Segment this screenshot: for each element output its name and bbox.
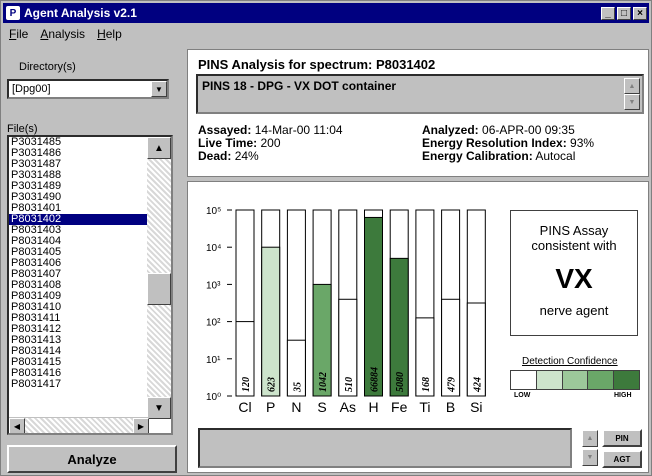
confidence-title: Detection Confidence (522, 356, 618, 367)
results-panel: 10⁰ 10¹ 10² 10³ 10⁴ 10⁵ 120 Cl 623 P 35 N 1042 S 510 As… (187, 181, 649, 473)
file-list-vscroll[interactable]: ▲ ▼ (147, 137, 171, 419)
scroll-up-icon[interactable]: ▲ (582, 430, 598, 447)
verdict-line2: consistent with (531, 238, 617, 253)
bar-value-label: 168 (421, 377, 432, 392)
pin-button[interactable]: PIN (602, 429, 642, 447)
y-tick-label: 10¹ (206, 355, 221, 366)
x-category-label: N (291, 399, 301, 415)
app-window: P Agent Analysis v2.1 _ □ × File Analysi… (0, 0, 652, 476)
eri-label: Energy Resolution Index: (422, 136, 567, 150)
description-text: PINS 18 - DPG - VX DOT container (202, 79, 397, 93)
bar (261, 246, 281, 397)
analyzed-label: Analyzed: (422, 123, 479, 137)
x-category-label: Ti (419, 399, 430, 415)
bar-value-label: 479 (447, 377, 458, 393)
bar-value-label: 510 (344, 377, 355, 392)
directory-label: Directory(s) (19, 61, 76, 73)
analyzed-value: 06-APR-00 09:35 (482, 123, 575, 137)
assayed-value: 14-Mar-00 11:04 (254, 123, 343, 137)
dead-value: 24% (234, 149, 259, 163)
meta-calibration: Energy Calibration: Autocal (422, 150, 575, 163)
menu-file[interactable]: File (9, 27, 28, 41)
message-box[interactable] (198, 428, 572, 468)
scroll-down-icon[interactable]: ▼ (147, 397, 171, 419)
scroll-up-icon[interactable]: ▲ (624, 78, 640, 94)
bar-value-label: 120 (241, 377, 252, 392)
assayed-label: Assayed: (198, 123, 252, 137)
x-category-label: Si (470, 399, 482, 415)
x-category-label: Cl (238, 399, 251, 415)
live-time-label: Live Time: (198, 136, 258, 150)
y-tick-label: 10³ (206, 280, 221, 291)
file-list-item[interactable]: P8031417 (9, 379, 149, 390)
scroll-thumb[interactable] (147, 273, 171, 305)
confidence-swatch (614, 371, 639, 389)
y-tick-label: 10⁴ (206, 243, 221, 254)
y-tick-label: 10⁵ (206, 206, 221, 217)
bar-value-label: 5080 (395, 372, 406, 392)
confidence-swatch (588, 371, 615, 389)
confidence-low-label: LOW (514, 392, 531, 399)
scroll-down-icon[interactable]: ▼ (624, 94, 640, 110)
verdict-line1: PINS Assay (539, 223, 609, 238)
close-button[interactable]: × (633, 6, 647, 20)
eri-value: 93% (570, 136, 595, 150)
message-scrollbar[interactable]: ▲ ▼ (582, 430, 598, 466)
description-box[interactable]: PINS 18 - DPG - VX DOT container ▲ ▼ (196, 74, 644, 114)
directory-select[interactable]: [Dpg00] ▼ (7, 79, 169, 99)
menu-bar: File Analysis Help (3, 25, 649, 43)
x-category-label: B (446, 399, 455, 415)
verdict-box: PINS Assay consistent with VX nerve agen… (510, 210, 638, 336)
menu-analysis[interactable]: Analysis (40, 27, 85, 41)
bar-value-label: 1042 (318, 372, 329, 392)
verdict-kind: nerve agent (539, 303, 609, 318)
files-label: File(s) (7, 123, 38, 135)
confidence-high-label: HIGH (614, 392, 632, 399)
y-tick-label: 10² (206, 318, 221, 329)
confidence-swatch (511, 371, 537, 389)
analyze-button[interactable]: Analyze (7, 445, 177, 473)
title-bar[interactable]: P Agent Analysis v2.1 _ □ × (3, 3, 649, 23)
meta-dead: Dead: 24% (198, 150, 259, 163)
app-icon: P (6, 6, 20, 20)
element-bar-chart: 10⁰ 10¹ 10² 10³ 10⁴ 10⁵ 120 Cl 623 P 35 N 1042 S 510 As… (206, 206, 486, 415)
spectrum-info-panel: PINS Analysis for spectrum: P8031402 PIN… (187, 49, 649, 177)
confidence-swatch (562, 371, 589, 389)
minimize-button[interactable]: _ (601, 6, 615, 20)
bar-value-label: 35 (292, 382, 303, 393)
description-scrollbar[interactable]: ▲ ▼ (624, 78, 640, 110)
x-category-label: As (340, 399, 356, 415)
window-title: Agent Analysis v2.1 (24, 6, 137, 20)
bar-value-label: 623 (267, 377, 278, 392)
live-time-value: 200 (260, 136, 281, 150)
x-category-label: S (317, 399, 326, 415)
maximize-button[interactable]: □ (617, 6, 631, 20)
x-category-label: Fe (391, 399, 408, 415)
scroll-down-icon[interactable]: ▼ (582, 449, 598, 466)
scroll-up-icon[interactable]: ▲ (147, 137, 171, 159)
directory-value: [Dpg00] (12, 83, 51, 95)
scroll-left-icon[interactable]: ◀ (9, 418, 25, 433)
calibration-label: Energy Calibration: (422, 149, 533, 163)
file-list-items: P3031485 P3031486 P3031487 P3031488 P3031489… (9, 137, 149, 390)
file-list-hscroll[interactable]: ◀ ▶ (9, 417, 149, 433)
menu-help[interactable]: Help (97, 27, 122, 41)
scroll-right-icon[interactable]: ▶ (133, 418, 149, 433)
chevron-down-icon[interactable]: ▼ (151, 81, 167, 97)
confidence-scale (510, 370, 640, 390)
confidence-swatch (536, 371, 563, 389)
file-list[interactable]: P3031485 P3031486 P3031487 P3031488 P3031489… (7, 135, 173, 435)
y-tick-label: 10⁰ (206, 392, 221, 403)
agt-button[interactable]: AGT (602, 450, 642, 468)
bar-value-label: 424 (472, 377, 483, 393)
analysis-title: PINS Analysis for spectrum: P8031402 (198, 57, 436, 72)
x-category-label: P (266, 399, 275, 415)
calibration-value: Autocal (535, 149, 576, 163)
x-category-label: H (368, 399, 378, 415)
bar-value-label: 66884 (370, 367, 381, 392)
verdict-agent: VX (555, 263, 593, 294)
dead-label: Dead: (198, 149, 232, 163)
